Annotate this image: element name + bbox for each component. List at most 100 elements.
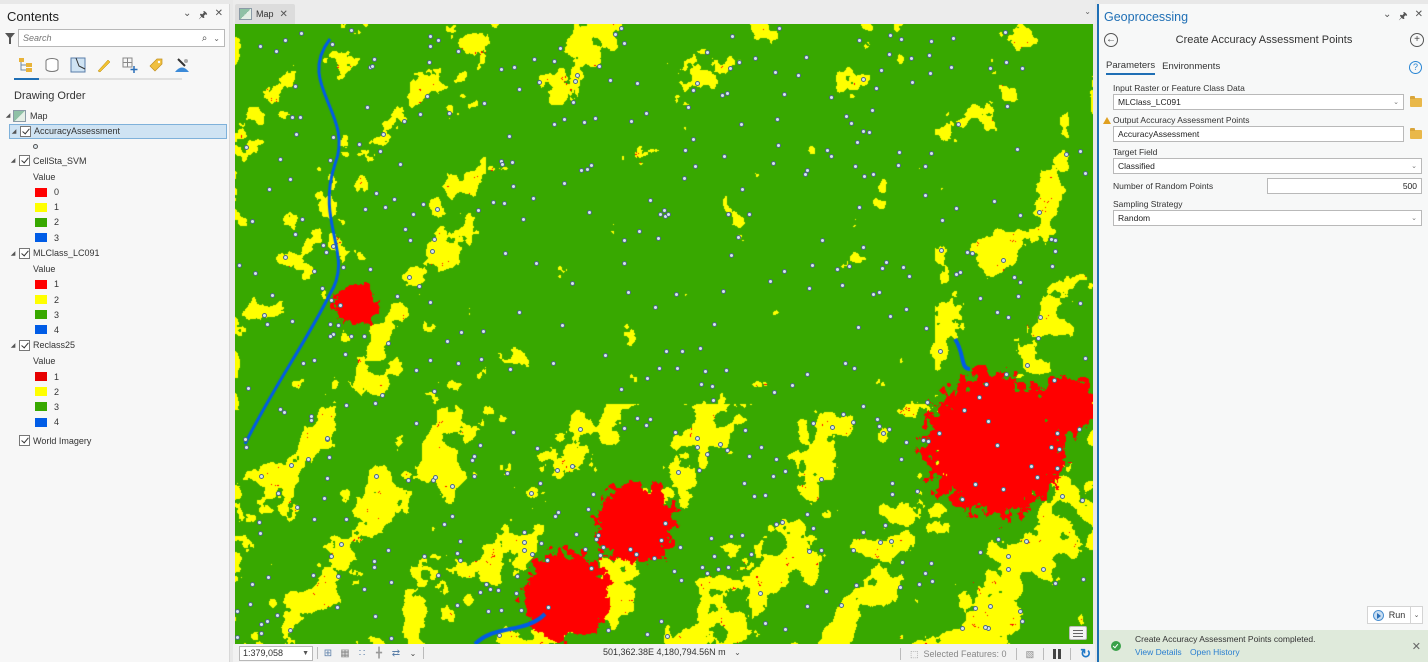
back-arrow-icon[interactable]: ← [1104,33,1118,47]
map-node[interactable]: ◢ Map [4,108,229,124]
classified-raster-map[interactable] [235,24,1093,644]
pin-icon[interactable]: 🖈︎ [1398,9,1407,26]
search-icon[interactable]: ⌕ [202,33,208,44]
legend-class[interactable]: 3 [9,230,229,245]
legend-swatch [35,295,47,305]
close-tab-icon[interactable]: ✕ [280,9,288,20]
close-icon[interactable]: ✕ [215,8,223,25]
layer-visibility-checkbox[interactable] [19,339,30,351]
browse-folder-icon[interactable] [1410,95,1422,107]
tab-map[interactable]: Map ✕ [235,4,295,24]
expand-triangle-icon[interactable]: ◢ [9,342,17,349]
list-by-perspective-imagery-icon[interactable] [173,57,190,74]
scale-dropdown-icon[interactable]: ▼ [302,650,309,657]
legend-swatch [35,202,47,212]
input-raster-select[interactable]: MLClass_LC091 ⌄ [1113,94,1404,110]
view-details-link[interactable]: View Details [1135,647,1182,657]
close-icon[interactable]: ✕ [1415,9,1423,26]
run-options-chevron-icon[interactable]: ⌄ [1411,606,1423,624]
expand-triangle-icon[interactable]: ◢ [9,157,17,164]
list-by-snapping-icon[interactable] [121,57,138,74]
pause-drawing-icon[interactable] [1053,649,1062,659]
expand-triangle-icon[interactable]: ◢ [10,128,18,135]
list-by-editing-icon[interactable] [95,57,112,74]
layer-visibility-checkbox[interactable] [20,125,31,137]
sampling-strategy-label: Sampling Strategy [1113,199,1183,209]
legend-label: 1 [54,279,60,290]
number-of-points-field[interactable] [1267,178,1422,194]
dropdown-chevron-icon[interactable]: ⌄ [1393,98,1399,106]
legend-class[interactable]: 2 [9,292,229,307]
open-history-link[interactable]: Open History [1190,647,1240,657]
legend-class[interactable]: 0 [9,185,229,200]
help-icon[interactable]: ? [1409,60,1422,74]
pin-icon[interactable]: 🖈︎ [198,8,207,25]
tab-environments[interactable]: Environments [1162,61,1220,74]
drawing-order-heading: Drawing Order [14,90,86,102]
tab-overflow-chevron-icon[interactable]: ⌄ [1084,7,1091,16]
legend-class[interactable]: 1 [9,277,229,292]
layer-cellsta-svm[interactable]: ◢ CellSta_SVM [9,153,229,169]
correction-icon[interactable]: ⇄ [390,647,402,659]
completion-notification: Create Accuracy Assessment Points comple… [1099,630,1428,662]
output-points-input[interactable] [1118,129,1399,139]
list-by-source-icon[interactable] [43,57,60,74]
legend-class[interactable]: 2 [9,384,229,399]
pane-options-chevron-icon[interactable]: ⌄ [1383,9,1391,26]
filter-icon[interactable] [5,32,15,44]
list-by-selection-icon[interactable] [69,57,86,74]
clear-selection-icon[interactable]: ▧ [1026,649,1035,660]
grid-icon[interactable]: ▦ [339,647,351,659]
dropdown-chevron-icon[interactable]: ⌄ [1411,162,1417,170]
snapping-icon[interactable]: ∷ [356,647,368,659]
legend-class[interactable]: 1 [9,200,229,215]
output-points-label: Output Accuracy Assessment Points [1113,115,1250,125]
constraint-icon[interactable]: ╋ [373,647,385,659]
legend-class[interactable]: 3 [9,307,229,322]
expand-triangle-icon[interactable]: ◢ [4,112,12,119]
browse-folder-icon[interactable] [1410,127,1422,139]
fixed-zoom-in-icon[interactable]: ⊞ [322,647,334,659]
legend-label: 2 [54,386,60,397]
layer-accuracyassessment[interactable]: ◢ AccuracyAssessment [9,123,227,139]
selected-features-count[interactable]: Selected Features: 0 [924,649,1007,659]
more-tools-chevron-icon[interactable]: ⌄ [407,647,419,659]
contents-search-box[interactable]: ⌕ ⌄ [18,29,225,47]
layer-visibility-checkbox[interactable] [19,435,30,446]
layer-reclass25[interactable]: ◢ Reclass25 [9,338,229,354]
sampling-strategy-select[interactable]: Random ⌄ [1113,210,1422,226]
list-by-labeling-icon[interactable] [147,57,164,74]
contents-search-input[interactable] [23,33,202,43]
contents-pane: Contents ⌄ 🖈︎ ✕ ⌕ ⌄ [0,4,230,662]
layer-world-imagery[interactable]: World Imagery [9,433,229,449]
dismiss-notification-icon[interactable]: ✕ [1412,640,1421,653]
dropdown-chevron-icon[interactable]: ⌄ [1411,214,1417,222]
run-label: Run [1388,610,1406,620]
scale-selector[interactable]: 1:379,058 ▼ [239,645,313,661]
add-plus-icon[interactable]: + [1410,33,1424,47]
coordinate-format-chevron-icon[interactable]: ⌄ [734,648,741,657]
list-by-drawing-order-icon[interactable] [17,57,34,74]
run-button[interactable]: Run [1367,606,1411,624]
notification-message: Create Accuracy Assessment Points comple… [1135,634,1316,644]
param-sampling-strategy: Sampling Strategy Random ⌄ [1099,198,1428,226]
map-view[interactable] [235,24,1093,644]
layer-visibility-checkbox[interactable] [19,247,30,259]
legend-class[interactable]: 4 [9,415,229,430]
map-overview-icon[interactable] [1069,626,1087,640]
output-points-field[interactable] [1113,126,1404,142]
legend-class[interactable]: 2 [9,215,229,230]
pane-options-chevron-icon[interactable]: ⌄ [183,8,191,25]
search-options-chevron-icon[interactable]: ⌄ [213,34,220,43]
layer-mlclass-lc091[interactable]: ◢ MLClass_LC091 [9,245,229,261]
tab-parameters[interactable]: Parameters [1106,60,1156,75]
layer-visibility-checkbox[interactable] [19,155,30,167]
expand-triangle-icon[interactable]: ◢ [9,250,17,257]
refresh-icon[interactable]: ↻ [1080,646,1091,662]
target-field-select[interactable]: Classified ⌄ [1113,158,1422,174]
legend-class[interactable]: 3 [9,399,229,414]
number-of-points-input[interactable] [1272,181,1417,191]
map-icon [13,109,26,122]
legend-class[interactable]: 1 [9,369,229,384]
legend-class[interactable]: 4 [9,322,229,337]
